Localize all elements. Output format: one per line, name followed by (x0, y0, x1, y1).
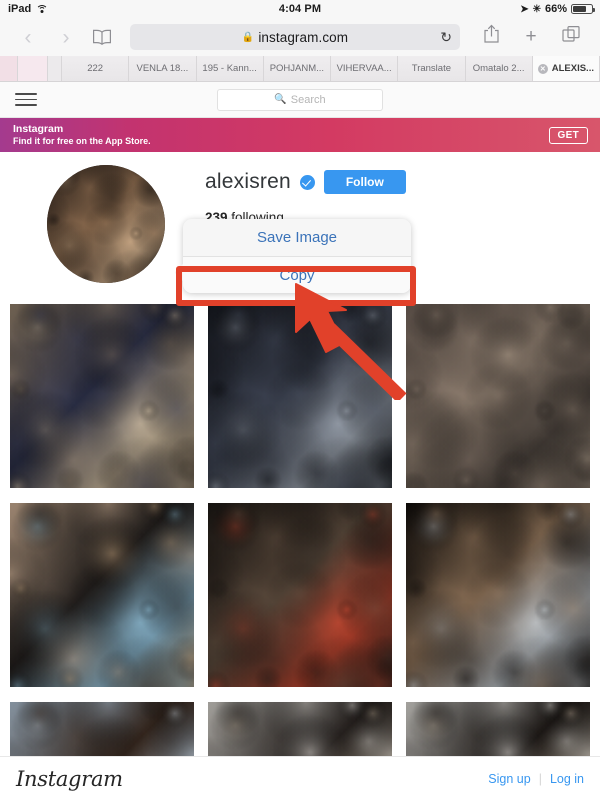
share-icon[interactable] (471, 24, 511, 50)
address-bar[interactable]: 🔒 instagram.com ↻ (130, 24, 460, 50)
tab-5[interactable]: Translate (398, 56, 466, 81)
chevron-right-icon[interactable]: › (47, 27, 85, 48)
tab-2[interactable]: 195 - Kann... (196, 56, 264, 81)
chevron-left-icon[interactable]: ‹ (9, 27, 47, 48)
tab-strip-edge-b[interactable] (18, 56, 48, 81)
grid-photo-0-0[interactable] (10, 304, 194, 488)
banner-text: Instagram Find it for free on the App St… (0, 123, 151, 147)
tab-label: VIHERVAA... (336, 63, 392, 74)
grid-photo-1-1[interactable] (208, 503, 392, 687)
tab-label: 195 - Kann... (202, 63, 257, 74)
banner-subtitle: Find it for free on the App Store. (13, 135, 151, 146)
status-bar-right: ➤ ✳ 66% (520, 3, 595, 15)
book-icon[interactable] (85, 28, 119, 46)
tab-label: 222 (87, 63, 104, 74)
tab-6[interactable]: Omatalo 2... (465, 56, 533, 81)
tab-strip-edge-a[interactable] (0, 56, 18, 81)
footer-logo: Instagram (16, 766, 123, 791)
plus-icon[interactable]: + (511, 26, 551, 48)
tab-3[interactable]: POHJANM... (263, 56, 331, 81)
footer-links: Sign up | Log in (488, 772, 584, 786)
safari-tab-bar: 222 VENLA 18... 195 - Kann... POHJANM...… (0, 56, 600, 82)
url-text: instagram.com (258, 29, 349, 45)
tab-label: POHJANM... (269, 63, 325, 74)
get-app-button[interactable]: GET (548, 126, 588, 144)
url-bar-container: 🔒 instagram.com ↻ (119, 24, 471, 50)
bluetooth-icon: ✳ (532, 3, 541, 15)
footer-separator: | (538, 771, 542, 786)
close-icon[interactable]: ✕ (537, 63, 548, 74)
app-store-banner: Instagram Find it for free on the App St… (0, 118, 600, 152)
signup-link[interactable]: Sign up (488, 772, 530, 786)
page-title: alexisren (205, 170, 291, 193)
tab-0[interactable]: 222 (62, 56, 130, 81)
reload-icon[interactable]: ↻ (440, 29, 452, 46)
tabs-icon[interactable] (551, 25, 591, 49)
search-icon: 🔍 (274, 94, 287, 105)
battery-icon (571, 4, 595, 14)
location-arrow-icon: ➤ (520, 3, 529, 15)
tab-strip-edge-c[interactable] (48, 56, 62, 81)
instagram-footer: Instagram Sign up | Log in (0, 756, 600, 800)
tab-label: Translate (411, 63, 451, 74)
tab-label: VENLA 18... (136, 63, 189, 74)
profile-avatar[interactable] (47, 165, 165, 283)
hamburger-menu-icon[interactable] (15, 89, 37, 109)
grid-photo-0-2[interactable] (406, 304, 590, 488)
tab-1[interactable]: VENLA 18... (129, 56, 197, 81)
verified-badge-icon (299, 174, 315, 190)
context-menu-item-save-image[interactable]: Save Image (183, 219, 411, 256)
grid-photo-1-2[interactable] (406, 503, 590, 687)
instagram-navbar: 🔍 Search (0, 82, 600, 118)
tab-label: ALEXIS... (551, 63, 594, 74)
lock-icon: 🔒 (241, 31, 255, 43)
search-placeholder: Search (290, 93, 326, 106)
grid-photo-1-0[interactable] (10, 503, 194, 687)
battery-percent-label: 66% (544, 3, 567, 15)
login-link[interactable]: Log in (550, 772, 584, 786)
profile-username-row: alexisren Follow (205, 168, 580, 196)
ipad-safari-screenshot: iPad 4:04 PM ➤ ✳ 66% ‹ › 🔒 instagram.com… (0, 0, 600, 800)
safari-toolbar: ‹ › 🔒 instagram.com ↻ + (0, 18, 600, 56)
tab-7-active[interactable]: ✕ ALEXIS... (532, 56, 600, 81)
tab-4[interactable]: VIHERVAA... (331, 56, 399, 81)
tab-label: Omatalo 2... (472, 63, 525, 74)
status-bar-clock: 4:04 PM (278, 3, 322, 15)
follow-button[interactable]: Follow (323, 170, 406, 194)
search-input[interactable]: 🔍 Search (217, 88, 383, 111)
arrow-cursor-icon (295, 283, 407, 400)
ios-status-bar: iPad 4:04 PM ➤ ✳ 66% (0, 0, 600, 18)
banner-title: Instagram (13, 123, 64, 136)
